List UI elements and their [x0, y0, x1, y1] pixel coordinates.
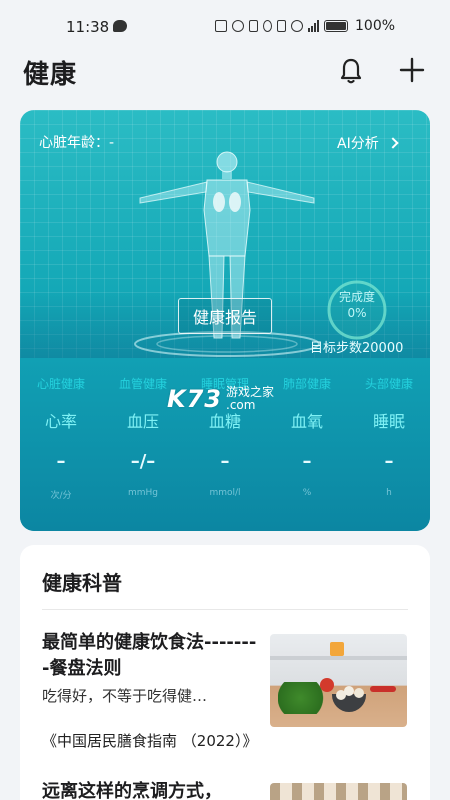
heart-age-label: 心脏年龄：- [39, 135, 115, 151]
status-time: 11:38 [66, 18, 110, 36]
metric-sleep-label[interactable]: 睡眠 [348, 408, 430, 432]
watermark-line2: .com [226, 398, 256, 412]
metric-heart-rate-label[interactable]: 心率 [20, 408, 102, 432]
health-hero-card[interactable]: 心脏年龄：- AI分析 健康报告 完成度 0% 目标步数20000 心脏健康 血… [20, 110, 430, 531]
health-science-card: 健康科普 最简单的健康饮食法--------餐盘法则 吃得好，不等于吃得健… 《… [20, 545, 430, 800]
metric-sleep-value: – [384, 451, 394, 472]
metric-blood-sugar-value: – [220, 451, 230, 472]
metric-blood-oxygen-label[interactable]: 血氧 [266, 408, 348, 432]
message-icon [113, 20, 127, 32]
target-steps: 目标步数20000 [310, 341, 404, 356]
metric-sleep-unit: h [386, 488, 392, 498]
completion-value: 0% [347, 306, 367, 320]
category-head[interactable]: 头部健康 [348, 375, 430, 392]
metric-blood-oxygen-unit: % [302, 488, 312, 498]
section-title: 健康科普 [42, 571, 122, 595]
chevron-right-icon [387, 137, 399, 149]
watermark-line1: 游戏之家 [226, 385, 275, 399]
metric-blood-sugar-unit: mmol/l [209, 488, 241, 498]
watermark-text: 游戏之家 .com [226, 386, 274, 412]
article-title[interactable]: 远离这样的烹调方式， [42, 777, 222, 800]
nfc-icon [215, 20, 227, 32]
watermark-logo: K73 [167, 385, 222, 413]
battery-icon [324, 20, 348, 32]
plus-icon[interactable] [399, 57, 425, 83]
location-icon [263, 20, 272, 32]
category-lung[interactable]: 肺部健康 [266, 375, 348, 392]
ai-analysis-button[interactable]: AI分析 [337, 133, 399, 153]
bluetooth-icon [249, 20, 258, 32]
metric-unit-row: 次/分 mmHg mmol/l % h [20, 488, 430, 501]
metrics-panel: 心脏健康 血管健康 睡眠管理 肺部健康 头部健康 心率 血压 血糖 血氧 睡眠 … [20, 358, 430, 531]
article-title[interactable]: 最简单的健康饮食法--------餐盘法则 [42, 630, 262, 682]
completion-label: 完成度 [338, 290, 375, 304]
app-header: 健康 [0, 48, 450, 98]
bell-icon[interactable] [339, 57, 363, 85]
vibrate-icon [277, 20, 286, 32]
metric-heart-rate-unit: 次/分 [50, 491, 72, 501]
site-watermark: K73 游戏之家 .com [167, 385, 274, 413]
wifi-icon [291, 20, 303, 32]
divider [42, 609, 408, 610]
health-report-button[interactable]: 健康报告 [178, 298, 272, 334]
metric-heart-rate-value: – [56, 451, 66, 472]
status-icons: 100% [215, 18, 395, 34]
article-thumbnail[interactable] [270, 634, 407, 727]
article-source: 《中国居民膳食指南 （2022）》 [42, 732, 258, 750]
article-summary: 吃得好，不等于吃得健… [42, 687, 208, 705]
page-title: 健康 [23, 60, 78, 90]
metric-blood-oxygen-value: – [302, 451, 312, 472]
alarm-icon [232, 20, 244, 32]
category-heart[interactable]: 心脏健康 [20, 375, 102, 392]
battery-percent: 100% [355, 18, 396, 34]
signal-icon [308, 20, 319, 32]
article-thumbnail[interactable] [270, 783, 407, 800]
metric-blood-pressure-unit: mmHg [127, 488, 158, 498]
ai-analysis-label: AI分析 [337, 136, 379, 152]
metric-blood-pressure-value: –/– [130, 451, 156, 472]
metric-value-row: – –/– – – – [20, 451, 430, 472]
